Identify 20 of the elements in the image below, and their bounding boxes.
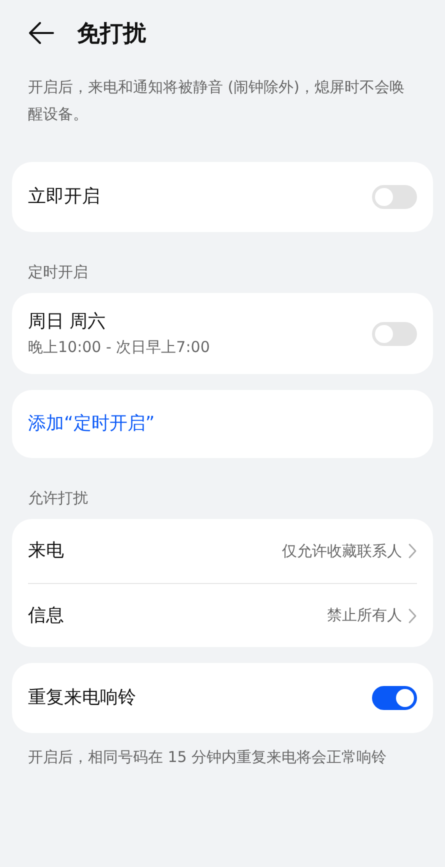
toggle-switch[interactable] (372, 322, 417, 346)
toggle-switch[interactable] (372, 185, 417, 209)
chevron-right-icon[interactable] (408, 543, 417, 559)
setting-label: 立即开启 (28, 185, 101, 209)
back-arrow-icon[interactable] (28, 22, 54, 44)
setting-label: 周日 周六 (28, 310, 107, 334)
toggle-switch[interactable] (372, 686, 417, 710)
schedule-time: 晚上10:00 - 次日早上7:00 (28, 337, 211, 357)
add-schedule-link[interactable]: 添加“定时开启” (28, 412, 155, 436)
setting-label: 信息 (28, 604, 65, 628)
setting-value[interactable]: 禁止所有人 (327, 606, 402, 625)
chevron-right-icon[interactable] (408, 608, 417, 624)
setting-label: 重复来电响铃 (28, 686, 137, 710)
section-heading: 定时开启 (27, 262, 89, 283)
setting-label: 来电 (28, 539, 65, 563)
page-title: 免打扰 (77, 20, 146, 48)
setting-value[interactable]: 仅允许收藏联系人 (282, 542, 402, 560)
description-text: 开启后，来电和通知将被静音 (闹钟除外)，熄屏时不会唤醒设备。 (28, 77, 405, 125)
section-heading: 允许打扰 (27, 488, 89, 509)
footnote-text: 开启后，相同号码在 15 分钟内重复来电将会正常响铃 (28, 747, 388, 768)
